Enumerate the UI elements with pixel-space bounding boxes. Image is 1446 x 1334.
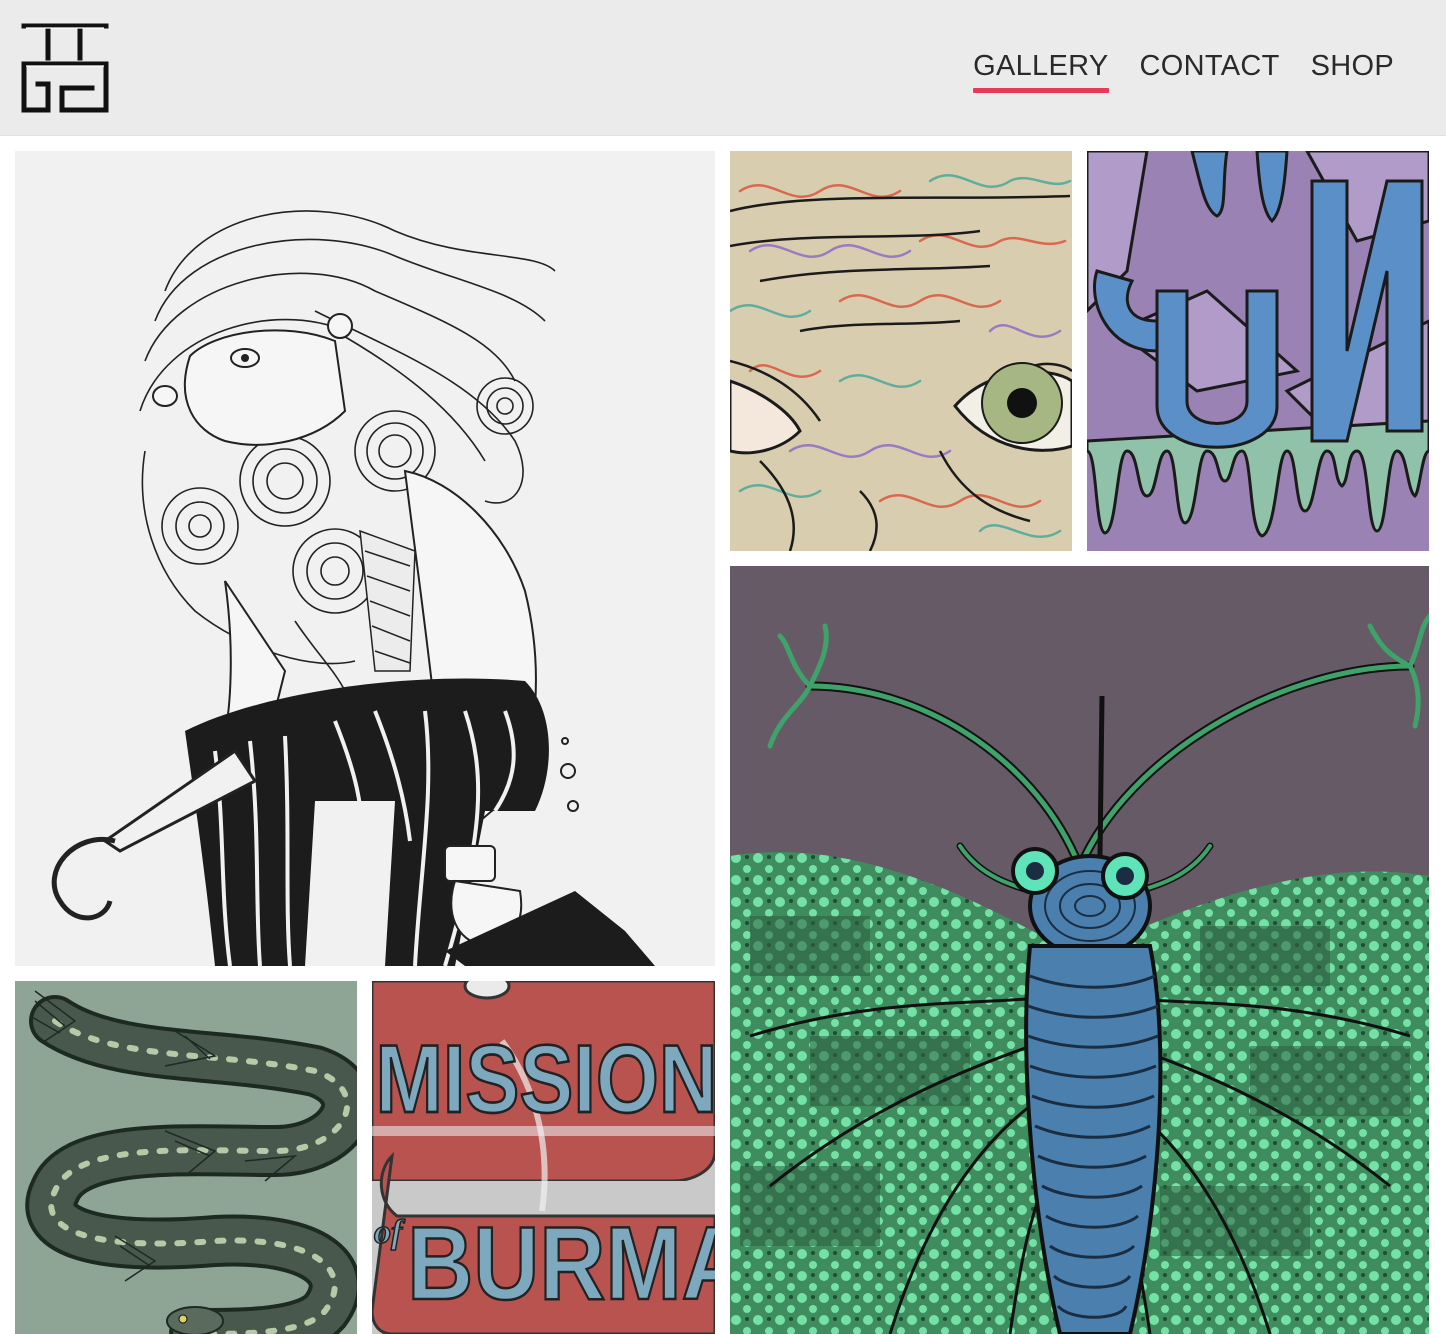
- site-header: GALLERY CONTACT SHOP: [0, 0, 1446, 136]
- spotted-eel-illustration: [15, 981, 357, 1334]
- main-nav: GALLERY CONTACT SHOP: [973, 50, 1394, 93]
- nav-shop[interactable]: SHOP: [1311, 50, 1394, 89]
- nav-contact[interactable]: CONTACT: [1140, 50, 1280, 89]
- gallery-tile-eye-closeup[interactable]: [730, 151, 1072, 551]
- eye-closeup-illustration: [730, 151, 1072, 551]
- gallery-tile-spotted-eel[interactable]: [15, 981, 357, 1334]
- gallery-tile-mission-of-burma[interactable]: MISSION BURMA of: [372, 981, 715, 1334]
- band-poster-illustration: MISSION BURMA of: [372, 981, 715, 1334]
- site-logo[interactable]: [18, 18, 112, 118]
- poster-word-of: of: [374, 1214, 406, 1251]
- poster-word-mission: MISSION: [376, 1024, 715, 1132]
- gallery-tile-dripping-lettering[interactable]: [1087, 151, 1429, 551]
- nav-gallery[interactable]: GALLERY: [973, 50, 1109, 93]
- bearded-man-illustration: [15, 151, 715, 966]
- green-moth-illustration: [730, 566, 1429, 1334]
- monogram-logo-icon: [21, 23, 109, 113]
- poster-word-burma: BURMA: [407, 1205, 715, 1322]
- gallery-tile-bearded-man[interactable]: [15, 151, 715, 966]
- dripping-lettering-illustration: [1087, 151, 1429, 551]
- gallery-tile-green-moth[interactable]: [730, 566, 1429, 1334]
